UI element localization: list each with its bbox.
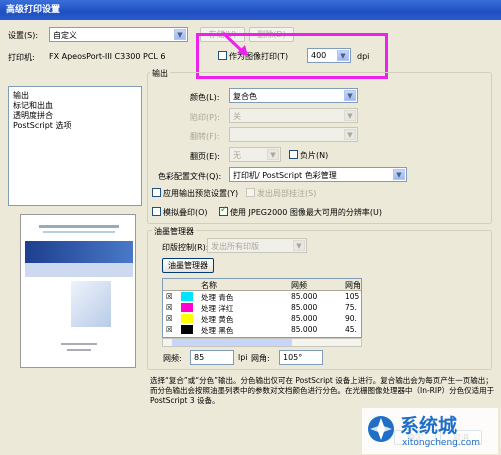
frequency-label: 网频: [163, 354, 182, 363]
plate-control-label: 印版控制(R): [162, 243, 209, 252]
chevron-down-icon: ▼ [267, 149, 279, 160]
tree-item-postscript[interactable]: PostScript 选项 [13, 120, 71, 131]
preview-graphic [71, 281, 111, 327]
printer-name: FX ApeosPort-III C3300 PCL 6 [49, 52, 166, 61]
column-header-name: 名称 [201, 281, 217, 290]
chevron-down-icon: ▼ [393, 169, 405, 180]
title-bar: 高级打印设置 [0, 0, 501, 20]
ink-angle: 75. [345, 303, 357, 312]
color-select[interactable]: 复合色 ▼ [229, 88, 358, 103]
trap-label: 陷印(P): [190, 113, 220, 122]
column-header-angle: 网角 [345, 281, 361, 290]
table-row[interactable]: ☒ 处理 青色 85.000 105 [163, 292, 361, 302]
column-header-frequency: 网频 [291, 281, 307, 290]
plate-control-value: 发出所有印版 [211, 242, 259, 251]
ink-angle: 90. [345, 314, 357, 323]
page-flip-select[interactable]: 无 ▼ [229, 147, 281, 162]
jpeg2000-label: 使用 JPEG2000 图像最大可用的分辨率(U) [230, 208, 382, 217]
flip-label: 翻转(F): [190, 132, 220, 141]
flip-select[interactable]: ▼ [229, 127, 358, 142]
ink-frequency: 85.000 [291, 292, 318, 301]
frequency-unit-label: lpi [238, 353, 248, 362]
ink-name: 处理 黄色 [201, 315, 234, 324]
scrollbar-thumb[interactable] [172, 339, 292, 346]
plate-control-select[interactable]: 发出所有印版 ▼ [207, 238, 307, 253]
angle-input[interactable]: 105° [279, 350, 323, 365]
emit-black-checkbox[interactable] [246, 188, 255, 197]
chevron-down-icon: ▼ [344, 110, 356, 121]
watermark-logo-icon [368, 416, 394, 442]
color-profile-label: 色彩配置文件(Q): [158, 172, 222, 181]
page-flip-value: 无 [233, 151, 241, 160]
settings-value: 自定义 [53, 31, 77, 40]
negative-checkbox[interactable] [289, 150, 298, 159]
print-toggle-icon[interactable]: ☒ [166, 314, 173, 323]
ink-frequency: 85.000 [291, 303, 318, 312]
watermark-url: xitongcheng.com [402, 438, 480, 448]
print-toggle-icon[interactable]: ☒ [166, 303, 173, 312]
print-toggle-icon[interactable]: ☒ [166, 292, 173, 301]
ink-manager-button[interactable]: 油墨管理器 [162, 258, 214, 273]
page-preview [8, 210, 142, 372]
color-label: 颜色(L): [190, 93, 220, 102]
settings-label: 设置(S): [8, 31, 39, 40]
emit-black-label: 发出局部挂注(S) [257, 189, 317, 198]
output-preview-label: 应用输出预览设置(Y) [163, 189, 239, 198]
arrow-annotation-icon [221, 31, 248, 56]
ink-frequency: 85.000 [291, 325, 318, 334]
ink-angle: 45. [345, 325, 357, 334]
color-value: 复合色 [233, 92, 257, 101]
frequency-input[interactable]: 85 [190, 350, 234, 365]
watermark-brand: 系统城 [400, 415, 458, 437]
ink-table: 名称 网频 网角 ☒ 处理 青色 85.000 105 ☒ 处理 洋红 85.0… [162, 278, 362, 338]
angle-value: 105° [283, 353, 303, 362]
table-row[interactable]: ☒ 处理 洋红 85.000 75. [163, 303, 361, 313]
trap-value: 关 [233, 112, 241, 121]
ink-angle: 105 [345, 292, 360, 301]
preview-banner [25, 241, 133, 263]
frequency-value: 85 [194, 353, 205, 362]
chevron-down-icon: ▼ [174, 29, 186, 40]
chevron-down-icon: ▼ [293, 240, 305, 251]
ink-frequency: 85.000 [291, 314, 318, 323]
table-row[interactable]: ☒ 处理 黑色 85.000 45. [163, 325, 361, 335]
preview-page [20, 214, 136, 368]
ink-table-scrollbar[interactable] [162, 338, 362, 347]
ink-manager-group-title: 油墨管理器 [152, 226, 196, 237]
output-group-title: 输出 [150, 68, 170, 79]
negative-label: 负片(N) [300, 151, 329, 160]
ink-table-header: 名称 网频 网角 [163, 279, 361, 291]
page-flip-label: 翻页(E): [190, 152, 220, 161]
simulate-overprint-label: 模拟叠印(O) [163, 208, 208, 217]
ink-name: 处理 黑色 [201, 326, 234, 335]
color-swatch [181, 314, 193, 323]
ink-name: 处理 洋红 [201, 304, 234, 313]
settings-select[interactable]: 自定义 ▼ [49, 27, 188, 42]
trap-select[interactable]: 关 ▼ [229, 108, 358, 123]
color-profile-value: 打印机/ PostScript 色彩管理 [233, 171, 337, 180]
chevron-down-icon: ▼ [344, 90, 356, 101]
category-tree: 输出 标记和出血 透明度拼合 PostScript 选项 [8, 86, 142, 206]
table-row[interactable]: ☒ 处理 黄色 85.000 90. [163, 314, 361, 324]
color-profile-select[interactable]: 打印机/ PostScript 色彩管理 ▼ [229, 167, 407, 182]
color-swatch [181, 325, 193, 334]
output-preview-checkbox[interactable] [152, 188, 161, 197]
printer-label: 打印机: [8, 53, 35, 62]
print-toggle-icon[interactable]: ☒ [166, 325, 173, 334]
angle-label: 网角: [251, 354, 270, 363]
watermark: 系统城 xitongcheng.com [362, 408, 498, 454]
jpeg2000-checkbox[interactable] [219, 205, 228, 216]
chevron-down-icon: ▼ [344, 129, 356, 140]
color-swatch [181, 292, 193, 301]
window-title: 高级打印设置 [6, 5, 61, 15]
simulate-overprint-checkbox[interactable] [152, 207, 161, 216]
ink-name: 处理 青色 [201, 293, 234, 302]
color-swatch [181, 303, 193, 312]
